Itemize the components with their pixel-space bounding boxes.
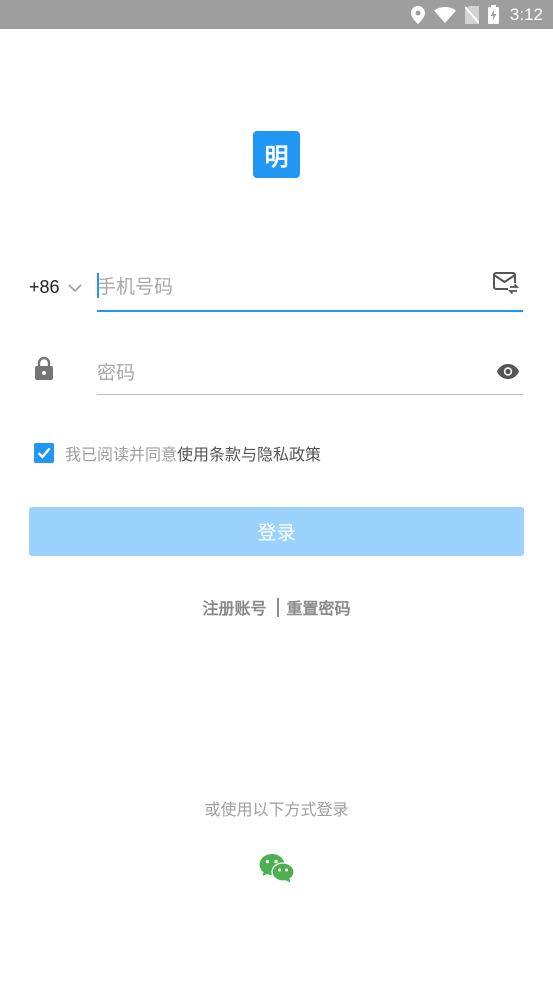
text-cursor <box>97 273 99 298</box>
show-password-eye-icon[interactable] <box>497 364 519 379</box>
terms-privacy-link[interactable]: 使用条款与隐私政策 <box>177 441 321 465</box>
link-divider <box>276 597 279 617</box>
reset-password-link[interactable]: 重置密码 <box>287 595 351 619</box>
country-code-value: +86 <box>29 276 60 297</box>
phone-input[interactable] <box>97 272 477 302</box>
battery-charging-icon <box>487 5 499 24</box>
login-button[interactable]: 登录 <box>29 507 524 556</box>
wifi-icon <box>433 6 456 23</box>
chevron-down-icon <box>67 277 82 298</box>
password-input[interactable] <box>97 358 477 388</box>
status-icons: 3:12 <box>410 0 543 29</box>
status-time: 3:12 <box>509 4 543 24</box>
app-logo: 明 <box>253 131 300 178</box>
checkmark-icon <box>37 447 51 459</box>
register-link[interactable]: 注册账号 <box>202 595 266 619</box>
password-field <box>97 350 523 395</box>
alt-login-text: 或使用以下方式登录 <box>204 800 349 819</box>
country-code-selector[interactable]: +86 <box>29 272 82 302</box>
wechat-login-icon[interactable] <box>259 853 295 887</box>
sms-code-login-icon[interactable] <box>493 272 519 296</box>
location-icon <box>410 5 425 24</box>
agreement-row: 我已阅读并同意 使用条款与隐私政策 <box>34 441 321 465</box>
agreement-checkbox[interactable] <box>34 443 54 463</box>
agreement-text: 我已阅读并同意 <box>65 445 178 464</box>
lock-icon <box>35 356 53 384</box>
no-sim-icon <box>464 5 479 24</box>
status-bar: 3:12 <box>0 0 553 29</box>
phone-field <box>97 264 523 312</box>
account-links: 注册账号 重置密码 <box>0 594 553 620</box>
